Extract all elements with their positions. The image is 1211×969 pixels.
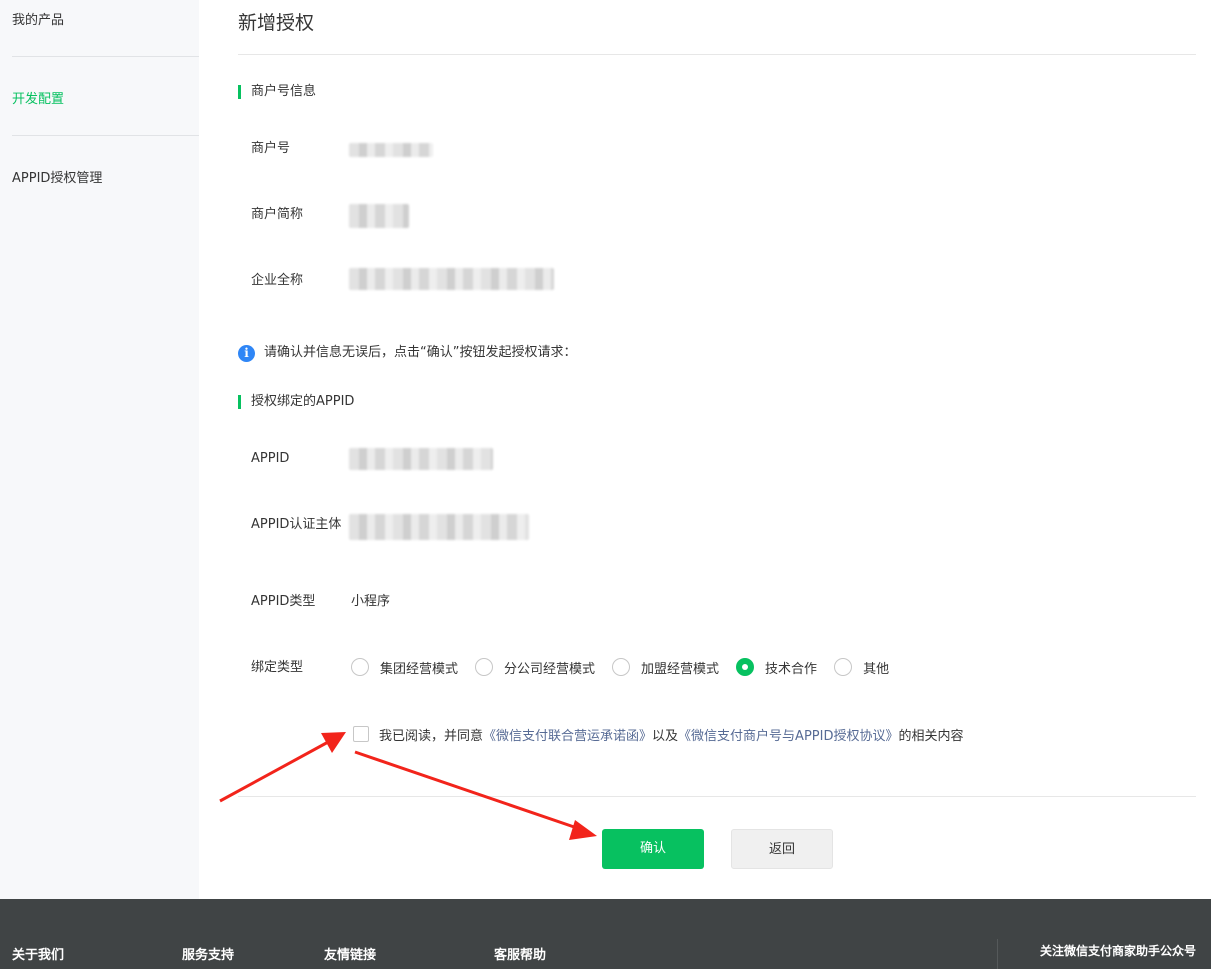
field-label-company-name: 企业全称: [251, 273, 304, 288]
notice-text: 请确认并信息无误后，点击“确认”按钮发起授权请求：: [264, 345, 577, 360]
title-divider: [238, 54, 1196, 55]
radio-circle[interactable]: [475, 658, 494, 676]
radio-label: 其他: [863, 661, 890, 677]
sidebar-divider: [12, 135, 199, 136]
radio-label: 加盟经营模式: [641, 661, 720, 677]
radio-label: 技术合作: [765, 661, 818, 677]
agreement-link-joint-operation[interactable]: 《微信支付联合营运承诺函》: [483, 725, 652, 744]
field-label-appid: APPID: [251, 451, 290, 466]
obscured-appid-subject: [349, 514, 529, 540]
sidebar-divider: [12, 56, 199, 57]
radio-circle[interactable]: [612, 658, 631, 676]
sidebar-item-appid-auth[interactable]: APPID授权管理: [12, 167, 102, 186]
agreement-prefix: 我已阅读，并同意: [379, 728, 484, 744]
field-label-merchant-id: 商户号: [251, 141, 291, 156]
agreement-link-appid-auth[interactable]: 《微信支付商户号与APPID授权协议》: [678, 725, 898, 744]
footer-link-about[interactable]: 关于我们: [12, 944, 64, 963]
radio-group-mode[interactable]: 集团经营模式: [351, 658, 458, 677]
radio-franchise-mode[interactable]: 加盟经营模式: [612, 658, 719, 677]
footer-link-friends[interactable]: 友情链接: [324, 944, 376, 963]
obscured-appid: [349, 448, 493, 470]
radio-tech-cooperation[interactable]: 技术合作: [736, 658, 817, 677]
confirm-button[interactable]: 确认: [602, 829, 704, 869]
field-label-bind-type: 绑定类型: [251, 660, 304, 675]
agreement-row: 我已阅读，并同意 《微信支付联合营运承诺函》 以及 《微信支付商户号与APPID…: [353, 724, 963, 744]
obscured-merchant-short-name: [349, 204, 409, 228]
obscured-company-name: [349, 268, 554, 290]
section-title-appid: 授权绑定的APPID: [238, 395, 354, 409]
radio-circle[interactable]: [834, 658, 853, 676]
footer-link-service[interactable]: 服务支持: [182, 944, 234, 963]
sidebar: 我的产品 开发配置 APPID授权管理: [0, 0, 199, 899]
main-content: 新增授权 商户号信息 商户号 商户简称 企业全称 i 请确认并信息无误后，点击“…: [199, 0, 1211, 899]
appid-type-value: 小程序: [351, 594, 391, 609]
sidebar-item-dev-config[interactable]: 开发配置: [12, 88, 64, 107]
field-label-merchant-short-name: 商户简称: [251, 207, 304, 222]
field-label-appid-subject: APPID认证主体: [251, 517, 342, 532]
page-title: 新增授权: [238, 12, 315, 34]
sidebar-item-my-products[interactable]: 我的产品: [12, 9, 64, 28]
agreement-suffix: 的相关内容: [898, 728, 964, 744]
radio-label: 集团经营模式: [380, 661, 459, 677]
radio-circle-selected[interactable]: [736, 658, 755, 676]
form-bottom-divider: [238, 796, 1196, 797]
radio-branch-mode[interactable]: 分公司经营模式: [475, 658, 595, 677]
back-button[interactable]: 返回: [731, 829, 833, 869]
obscured-merchant-id: [349, 143, 433, 157]
footer-separator: [997, 939, 998, 969]
agreement-middle: 以及: [652, 728, 679, 744]
radio-circle[interactable]: [351, 658, 369, 676]
footer-link-help[interactable]: 客服帮助: [494, 944, 546, 963]
footer: 关于我们 服务支持 友情链接 客服帮助 关注微信支付商家助手公众号: [0, 899, 1211, 969]
field-label-appid-type: APPID类型: [251, 594, 316, 609]
footer-follow-text: 关注微信支付商家助手公众号: [1040, 944, 1197, 958]
bind-type-radio-group: 集团经营模式 分公司经营模式 加盟经营模式 技术合作 其他: [351, 657, 906, 677]
agreement-checkbox[interactable]: [353, 726, 369, 742]
section-title-merchant: 商户号信息: [238, 85, 316, 99]
radio-other[interactable]: 其他: [834, 658, 889, 677]
info-icon: i: [238, 344, 255, 362]
radio-label: 分公司经营模式: [504, 661, 596, 677]
confirm-notice: i 请确认并信息无误后，点击“确认”按钮发起授权请求：: [238, 344, 576, 362]
